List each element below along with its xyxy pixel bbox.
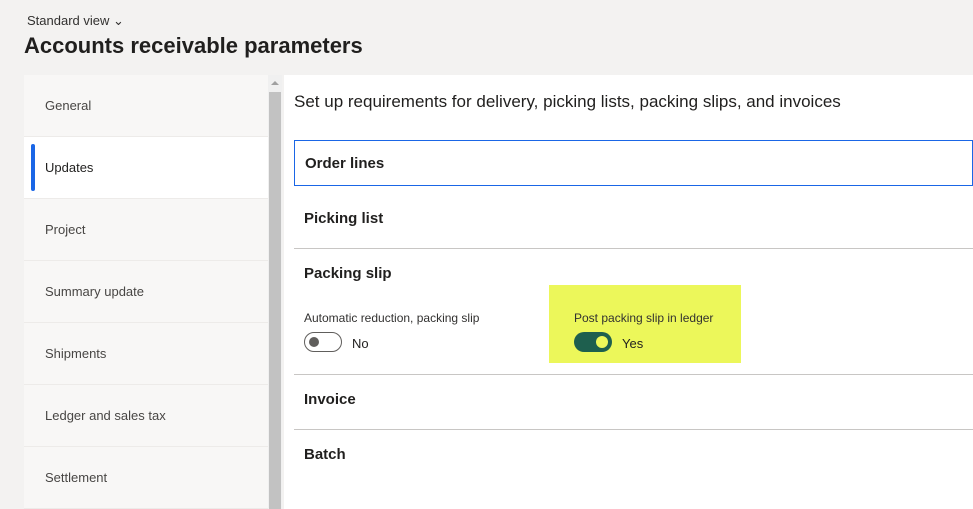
nav-item-updates[interactable]: Updates (24, 137, 268, 199)
nav-item-project[interactable]: Project (24, 199, 268, 261)
section-batch[interactable]: Batch (294, 430, 973, 485)
section-invoice-label: Invoice (304, 391, 356, 408)
auto-reduction-value: No (352, 336, 369, 351)
nav-item-general[interactable]: General (24, 75, 268, 137)
section-picking-list[interactable]: Picking list (294, 194, 973, 249)
scrollbar[interactable] (268, 75, 282, 509)
post-ledger-label: Post packing slip in ledger (574, 311, 714, 325)
post-ledger-value: Yes (622, 336, 644, 351)
nav-item-ledger-sales-tax[interactable]: Ledger and sales tax (24, 385, 268, 447)
scrollbar-thumb[interactable] (269, 92, 281, 509)
nav-item-settlement[interactable]: Settlement (24, 447, 268, 509)
section-invoice[interactable]: Invoice (294, 375, 973, 430)
view-label: Standard view (27, 13, 110, 28)
post-ledger-toggle[interactable] (574, 332, 612, 352)
auto-reduction-toggle[interactable] (304, 332, 342, 352)
section-order-lines-label: Order lines (305, 154, 385, 172)
sidebar-nav: General Updates Project Summary update S… (24, 75, 268, 509)
nav-item-summary-update[interactable]: Summary update (24, 261, 268, 323)
page-title: Accounts receivable parameters (24, 33, 363, 58)
view-selector[interactable]: Standard view ⌄ (27, 13, 124, 29)
main-panel: Set up requirements for delivery, pickin… (284, 75, 973, 509)
section-order-lines[interactable]: Order lines (294, 140, 973, 186)
section-picking-list-label: Picking list (304, 210, 384, 227)
section-batch-label: Batch (304, 446, 346, 463)
section-packing-slip-label: Packing slip (304, 265, 392, 282)
auto-reduction-label: Automatic reduction, packing slip (304, 311, 480, 325)
chevron-down-icon: ⌄ (113, 13, 124, 28)
section-subtitle: Set up requirements for delivery, pickin… (294, 92, 841, 111)
scroll-up-icon[interactable] (271, 81, 279, 85)
nav-item-shipments[interactable]: Shipments (24, 323, 268, 385)
